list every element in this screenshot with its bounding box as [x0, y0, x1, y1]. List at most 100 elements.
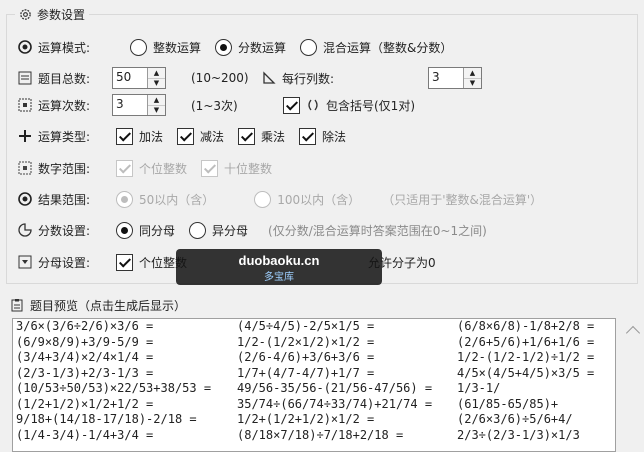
clipboard-icon [10, 298, 24, 312]
radio-circle[interactable] [189, 221, 207, 239]
radio-circle[interactable] [254, 190, 272, 208]
radio-circle[interactable] [116, 190, 133, 208]
result-50-radio[interactable]: 50以内（含） [116, 190, 214, 208]
target-icon [18, 40, 32, 54]
mode-mixed-radio[interactable]: 混合运算（整数&分数） [300, 38, 452, 56]
per-row-group: 每行列数: 3 ▲ ▼ [262, 66, 482, 90]
preview-title-row: 题目预览（点击生成后显示） [10, 293, 186, 317]
total-range: (10~200) [191, 71, 249, 85]
mode-label: 运算模式: [38, 40, 91, 55]
checkbox-box[interactable] [177, 127, 195, 145]
preview-problem: 1/7+(4/7-4/7)+1/7 = [237, 365, 375, 380]
num-range-label: 数字范围: [38, 161, 91, 176]
grid-icon [18, 161, 32, 175]
preview-title: 题目预览（点击生成后显示） [30, 298, 187, 313]
preview-line: 9/18+(14/18-17/18)-2/18 = 1/2+(1/2+1/2)×1… [13, 412, 615, 428]
preview-problem: (2/6×3/6)÷5/6+4/ [457, 412, 573, 426]
params-title: 参数设置 [37, 8, 86, 22]
radio-circle[interactable] [300, 38, 318, 56]
preview-problem: (10/53÷50/53)×22/53+38/53 = [16, 381, 212, 395]
preview-problem: (2/6-4/6)+3/6+3/6 = [237, 350, 375, 364]
brackets-checkbox[interactable]: 包含括号(仅1对) [283, 96, 415, 114]
spin-down-icon[interactable]: ▼ [148, 105, 165, 115]
times-value[interactable]: 3 [113, 95, 147, 115]
spin-up-icon[interactable]: ▲ [148, 95, 165, 106]
preview-problem: (1/2+1/2)×1/2+1/2 = [16, 396, 154, 411]
spin-down-icon[interactable]: ▼ [148, 78, 165, 88]
plus-icon [18, 129, 32, 143]
radio-circle[interactable] [130, 38, 147, 56]
dropdown-box-icon [18, 255, 32, 269]
mode-integer-radio[interactable]: 整数运算 [130, 38, 201, 56]
pie-icon [18, 223, 32, 237]
num-range-row: 数字范围: 个位整数 十位整数 [18, 156, 286, 180]
scroll-up-icon[interactable] [625, 325, 641, 341]
watermark-overlay: duobaoku.cn 多宝库 [176, 249, 382, 285]
ruler-triangle-icon [262, 71, 276, 85]
mode-fraction-radio[interactable]: 分数运算 [215, 38, 286, 56]
preview-problem: 1/2-(1/2-1/2)÷1/2 = [457, 350, 595, 364]
spin-up-icon[interactable]: ▲ [464, 68, 481, 79]
fraction-label: 分数设置: [38, 223, 91, 238]
checkbox-box[interactable] [283, 96, 300, 114]
num-range-ten-checkbox[interactable]: 十位整数 [201, 159, 272, 177]
preview-problem: (6/8×6/8)-1/8+2/8 = [457, 319, 595, 333]
checkbox-box[interactable] [299, 127, 317, 145]
grid-icon [18, 98, 32, 112]
radio-circle[interactable] [116, 221, 133, 239]
list-icon [18, 71, 32, 85]
type-div-checkbox[interactable]: 除法 [299, 127, 346, 145]
watermark-sub: 多宝库 [264, 272, 294, 283]
type-sub-checkbox[interactable]: 减法 [177, 127, 224, 145]
preview-scrollbar[interactable] [622, 318, 644, 452]
checkbox-box[interactable] [201, 159, 219, 177]
times-spinner[interactable]: 3 ▲ ▼ [112, 94, 166, 116]
preview-problem: (6/9×8/9)+3/9-5/9 = [16, 334, 154, 349]
preview-problem: 2/3÷(2/3-1/3)×1/3 [457, 427, 580, 442]
fraction-row: 分数设置: 同分母 异分母 (仅分数/混合运算时答案范围在0~1之间) [18, 218, 487, 242]
num-range-single-checkbox[interactable]: 个位整数 [116, 159, 187, 177]
total-spinner[interactable]: 50 ▲ ▼ [112, 67, 166, 89]
checkbox-box[interactable] [116, 127, 133, 145]
preview-line: (3/4+3/4)×2/4×1/4 = (2/6-4/6)+3/6+3/6 = 1/… [13, 350, 615, 366]
preview-problem: 1/3-1/ [457, 381, 501, 395]
preview-line: 3/6×(3/6÷2/6)×3/6 = (4/5÷4/5)-2/5×1/5 = (6… [13, 319, 615, 335]
checkbox-box[interactable] [238, 127, 256, 145]
types-row: 运算类型: 加法 减法 乘法 除法 [18, 124, 360, 148]
preview-line: (6/9×8/9)+3/9-5/9 = 1/2-(1/2×1/2)×1/2 = (2… [13, 335, 615, 351]
per-row-spinner[interactable]: 3 ▲ ▼ [428, 67, 482, 89]
type-add-checkbox[interactable]: 加法 [116, 127, 163, 145]
preview-problem: 1/2+(1/2+1/2)×1/2 = [237, 412, 375, 426]
preview-problem: 3/6×(3/6÷2/6)×3/6 = [16, 319, 154, 333]
spin-down-icon[interactable]: ▼ [464, 78, 481, 88]
types-label: 运算类型: [38, 129, 91, 144]
preview-problem: (3/4+3/4)×2/4×1/4 = [16, 350, 154, 364]
spin-up-icon[interactable]: ▲ [148, 68, 165, 79]
total-label: 题目总数: [38, 71, 91, 86]
radio-circle[interactable] [215, 38, 233, 56]
times-range: (1~3次) [191, 98, 238, 113]
result-range-hint: （只适用于'整数&混合运算'） [382, 192, 543, 207]
checkbox-box[interactable] [116, 253, 133, 271]
preview-problem: 1/2-(1/2×1/2)×1/2 = [237, 334, 375, 349]
checkbox-box[interactable] [116, 159, 133, 177]
total-value[interactable]: 50 [113, 68, 147, 88]
preview-textarea[interactable]: 3/6×(3/6÷2/6)×3/6 = (4/5÷4/5)-2/5×1/5 = (6… [12, 318, 616, 452]
result-100-radio[interactable]: 100以内（含） [254, 190, 360, 208]
per-row-value[interactable]: 3 [429, 68, 463, 88]
type-mul-checkbox[interactable]: 乘法 [238, 127, 285, 145]
preview-line: (1/2+1/2)×1/2+1/2 = 35/74÷(66/74÷33/74)+2… [13, 397, 615, 413]
times-row: 运算次数: 3 ▲ ▼ (1~3次) 包含括号(仅1对) [18, 93, 429, 117]
preview-problem: (4/5÷4/5)-2/5×1/5 = [237, 319, 375, 333]
times-label: 运算次数: [38, 98, 91, 113]
preview-problem: 4/5×(4/5+4/5)×3/5 = [457, 365, 595, 380]
bracket-icon [306, 98, 320, 112]
fraction-diff-radio[interactable]: 异分母 [189, 221, 248, 239]
preview-problem: (2/3-1/3)+2/3-1/3 = [16, 365, 154, 380]
result-range-label: 结果范围: [38, 192, 91, 207]
preview-problem: (8/18×7/18)÷7/18+2/18 = [237, 427, 404, 442]
per-row-label: 每行列数: [282, 71, 335, 86]
total-row: 题目总数: 50 ▲ ▼ (10~200) [18, 66, 249, 90]
preview-problem: 9/18+(14/18-17/18)-2/18 = [16, 412, 197, 426]
fraction-same-radio[interactable]: 同分母 [116, 221, 175, 239]
